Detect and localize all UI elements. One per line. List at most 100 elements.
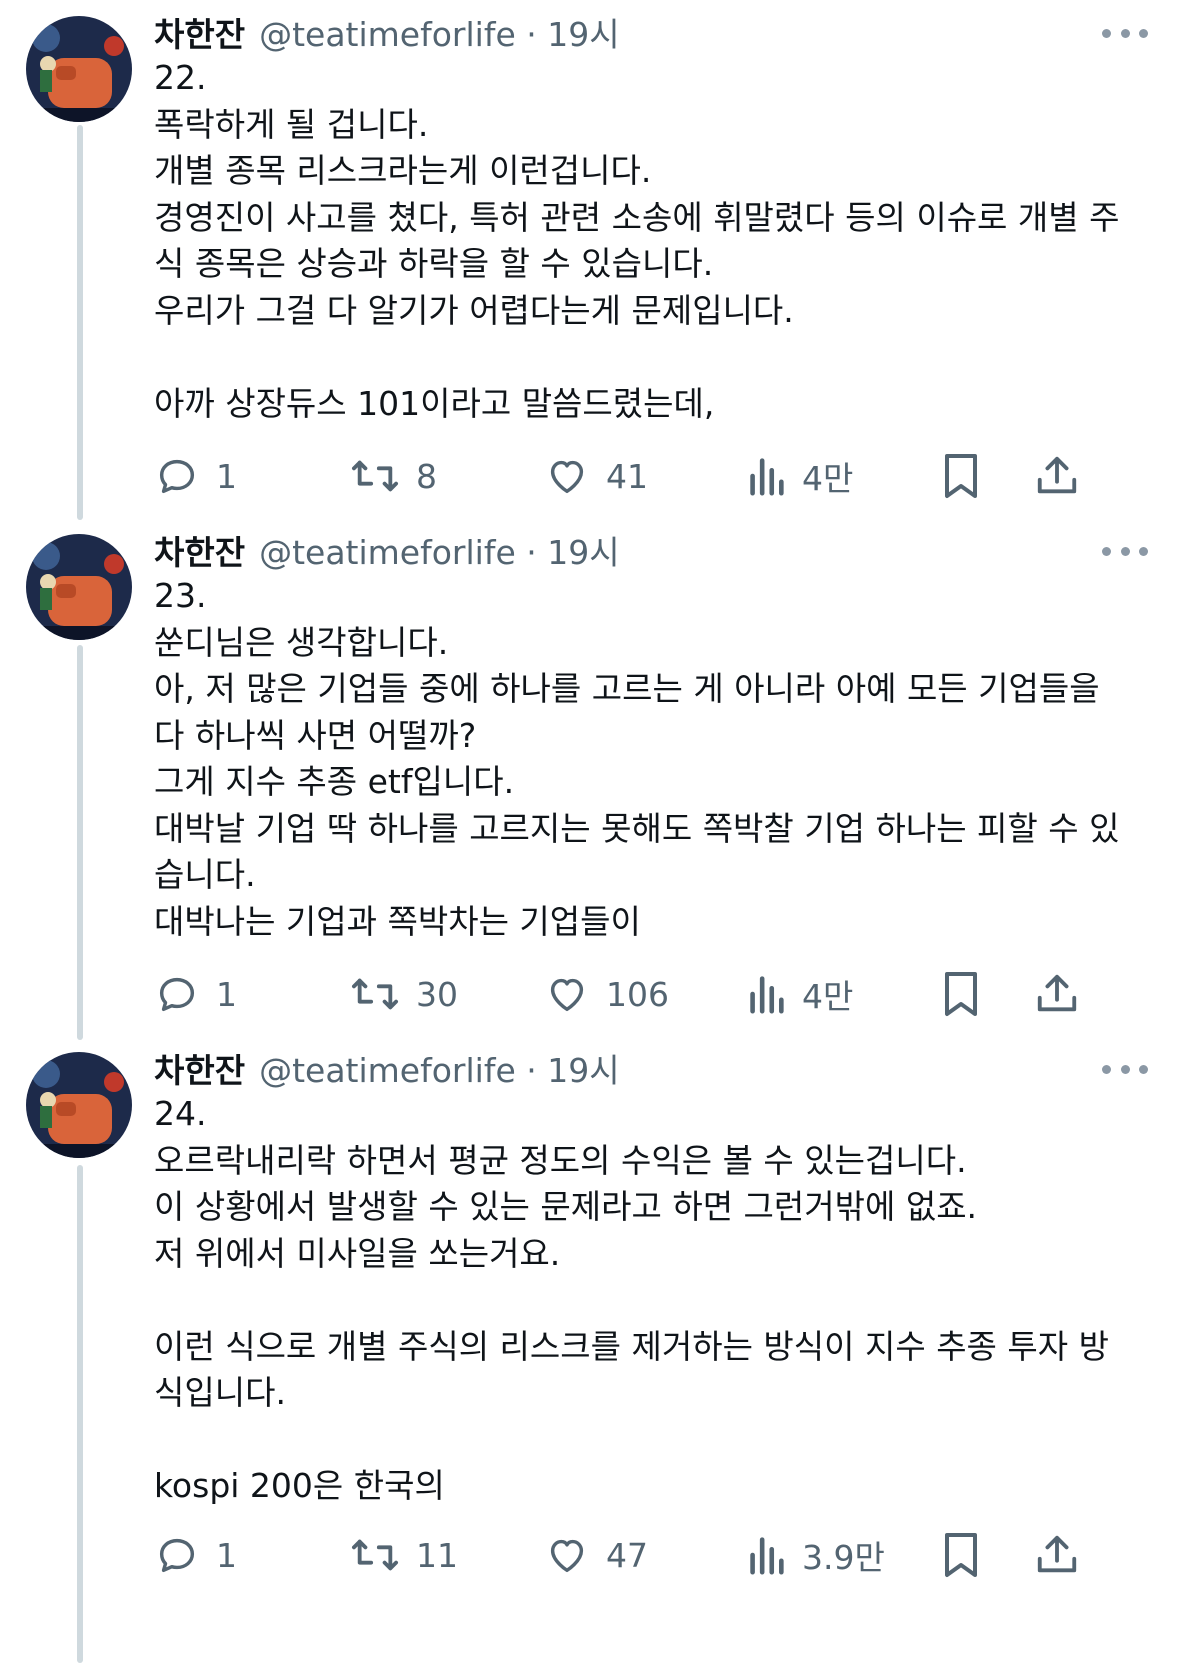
- share-icon: [1037, 1535, 1077, 1573]
- author-handle-time[interactable]: @teatimeforlife · 19시: [259, 1044, 619, 1092]
- repost-button[interactable]: 8: [350, 448, 437, 504]
- text-line: 저 위에서 미사일을 쏘는거요.: [154, 1233, 561, 1273]
- tweet-text: 24. 오르락내리락 하면서 평균 정도의 수익은 볼 수 있는겁니다. 이 상…: [154, 1091, 1144, 1510]
- text-line: 폭락하게 될 겁니다.: [154, 104, 429, 144]
- author-handle-time[interactable]: @teatimeforlife · 19시: [259, 526, 619, 574]
- repost-count: 11: [416, 1535, 458, 1575]
- reply-icon: [159, 977, 195, 1012]
- reply-button[interactable]: 1: [154, 1527, 237, 1583]
- tweet-header: 차한잔 @teatimeforlife · 19시: [154, 8, 620, 56]
- text-line: 쑨디님은 생각합니다.: [154, 622, 449, 662]
- bookmark-icon: [945, 454, 977, 498]
- text-line: 오르락내리락 하면서 평균 정도의 수익은 볼 수 있는겁니다.: [154, 1140, 967, 1180]
- views-icon: [750, 976, 784, 1014]
- author-handle-time[interactable]: @teatimeforlife · 19시: [259, 8, 619, 56]
- author-name[interactable]: 차한잔: [154, 8, 245, 56]
- avatar[interactable]: [26, 16, 132, 122]
- text-line: 다 하나씩 사면 어떨까?: [154, 715, 477, 755]
- action-bar: 1 8 41 4만: [154, 448, 1149, 504]
- text-line: 아까 상장듀스 101이라고 말씀드렸는데,: [154, 383, 715, 423]
- thread-connector: [77, 1165, 83, 1663]
- like-icon: [550, 460, 584, 494]
- tweet-text: 23. 쑨디님은 생각합니다. 아, 저 많은 기업들 중에 하나를 고르는 게…: [154, 573, 1144, 945]
- tweet-header: 차한잔 @teatimeforlife · 19시: [154, 526, 620, 574]
- text-line: [154, 1277, 1144, 1324]
- more-icon[interactable]: [1102, 531, 1148, 571]
- repost-icon: [351, 1539, 398, 1571]
- action-bar: 1 30 106 4만: [154, 966, 1149, 1022]
- reply-icon: [159, 459, 195, 494]
- text-line: 대박날 기업 딱 하나를 고르지는 못해도 쪽박찰 기업 하나는 피할 수 있: [154, 808, 1120, 848]
- avatar[interactable]: [26, 1052, 132, 1158]
- repost-button[interactable]: 30: [350, 966, 458, 1022]
- text-line: 식입니다.: [154, 1373, 286, 1412]
- author-name[interactable]: 차한잔: [154, 1044, 245, 1092]
- views-button[interactable]: 4만: [746, 966, 853, 1022]
- like-count: 106: [606, 974, 669, 1014]
- share-icon: [1037, 974, 1077, 1012]
- thread: 차한잔 @teatimeforlife · 19시 22. 폭락하게 될 겁니다…: [0, 0, 1179, 1663]
- action-bar: 1 11 47 3.9만: [154, 1527, 1149, 1583]
- views-button[interactable]: 3.9만: [746, 1527, 885, 1583]
- thread-connector: [77, 125, 83, 520]
- views-count: 3.9만: [802, 1538, 885, 1577]
- text-line: 이런 식으로 개별 주식의 리스크를 제거하는 방식이 지수 추종 투자 방: [154, 1326, 1109, 1366]
- share-button[interactable]: [1034, 1527, 1080, 1583]
- reply-button[interactable]: 1: [154, 448, 237, 504]
- like-count: 41: [606, 456, 648, 496]
- repost-icon: [351, 978, 398, 1010]
- bookmark-button[interactable]: [940, 1527, 982, 1583]
- reply-count: 1: [216, 1535, 237, 1575]
- text-line: [154, 334, 1144, 381]
- share-button[interactable]: [1034, 448, 1080, 504]
- text-line: 24.: [154, 1094, 207, 1133]
- thread-connector: [77, 645, 83, 1040]
- repost-count: 8: [416, 456, 437, 496]
- views-count: 4만: [802, 977, 854, 1016]
- like-button[interactable]: 41: [544, 448, 648, 504]
- text-line: kospi 200은 한국의: [154, 1466, 445, 1505]
- tweet-text: 22. 폭락하게 될 겁니다. 개별 종목 리스크라는게 이런겁니다. 경영진이…: [154, 55, 1144, 427]
- bookmark-button[interactable]: [940, 966, 982, 1022]
- text-line: 23.: [154, 576, 207, 615]
- avatar[interactable]: [26, 534, 132, 640]
- tweet-header: 차한잔 @teatimeforlife · 19시: [154, 1044, 620, 1092]
- views-icon: [750, 458, 784, 496]
- text-line: 22.: [154, 58, 207, 97]
- bookmark-button[interactable]: [940, 448, 982, 504]
- views-button[interactable]: 4만: [746, 448, 853, 504]
- bookmark-icon: [945, 1533, 977, 1577]
- reply-count: 1: [216, 974, 237, 1014]
- repost-button[interactable]: 11: [350, 1527, 458, 1583]
- like-icon: [550, 1539, 584, 1573]
- reply-count: 1: [216, 456, 237, 496]
- share-icon: [1037, 456, 1077, 494]
- text-line: 개별 종목 리스크라는게 이런겁니다.: [154, 151, 652, 190]
- text-line: [154, 1417, 1144, 1464]
- views-icon: [750, 1537, 784, 1575]
- reply-icon: [159, 1538, 195, 1573]
- tweet[interactable]: 차한잔 @teatimeforlife · 19시 22. 폭락하게 될 겁니다…: [0, 0, 1179, 520]
- text-line: 우리가 그걸 다 알기가 어렵다는게 문제입니다.: [154, 290, 794, 330]
- author-name[interactable]: 차한잔: [154, 526, 245, 574]
- share-button[interactable]: [1034, 966, 1080, 1022]
- tweet[interactable]: 차한잔 @teatimeforlife · 19시 24. 오르락내리락 하면서…: [0, 1040, 1179, 1663]
- text-line: 경영진이 사고를 쳤다, 특허 관련 소송에 휘말렸다 등의 이슈로 개별 주: [154, 197, 1120, 237]
- like-button[interactable]: 47: [544, 1527, 648, 1583]
- like-count: 47: [606, 1535, 648, 1575]
- text-line: 그게 지수 추종 etf입니다.: [154, 762, 515, 801]
- text-line: 습니다.: [154, 855, 256, 894]
- text-line: 이 상황에서 발생할 수 있는 문제라고 하면 그런거밖에 없죠.: [154, 1187, 978, 1226]
- more-icon[interactable]: [1102, 13, 1148, 53]
- text-line: 대박나는 기업과 쪽박차는 기업들이: [154, 901, 641, 941]
- views-count: 4만: [802, 459, 854, 498]
- more-icon[interactable]: [1102, 1049, 1148, 1089]
- like-icon: [550, 978, 584, 1012]
- bookmark-icon: [945, 972, 977, 1016]
- reply-button[interactable]: 1: [154, 966, 237, 1022]
- like-button[interactable]: 106: [544, 966, 669, 1022]
- text-line: 식 종목은 상승과 하락을 할 수 있습니다.: [154, 244, 714, 283]
- text-line: 아, 저 많은 기업들 중에 하나를 고르는 게 아니라 아예 모든 기업들을: [154, 669, 1100, 708]
- tweet[interactable]: 차한잔 @teatimeforlife · 19시 23. 쑨디님은 생각합니다…: [0, 520, 1179, 1040]
- repost-count: 30: [416, 974, 458, 1014]
